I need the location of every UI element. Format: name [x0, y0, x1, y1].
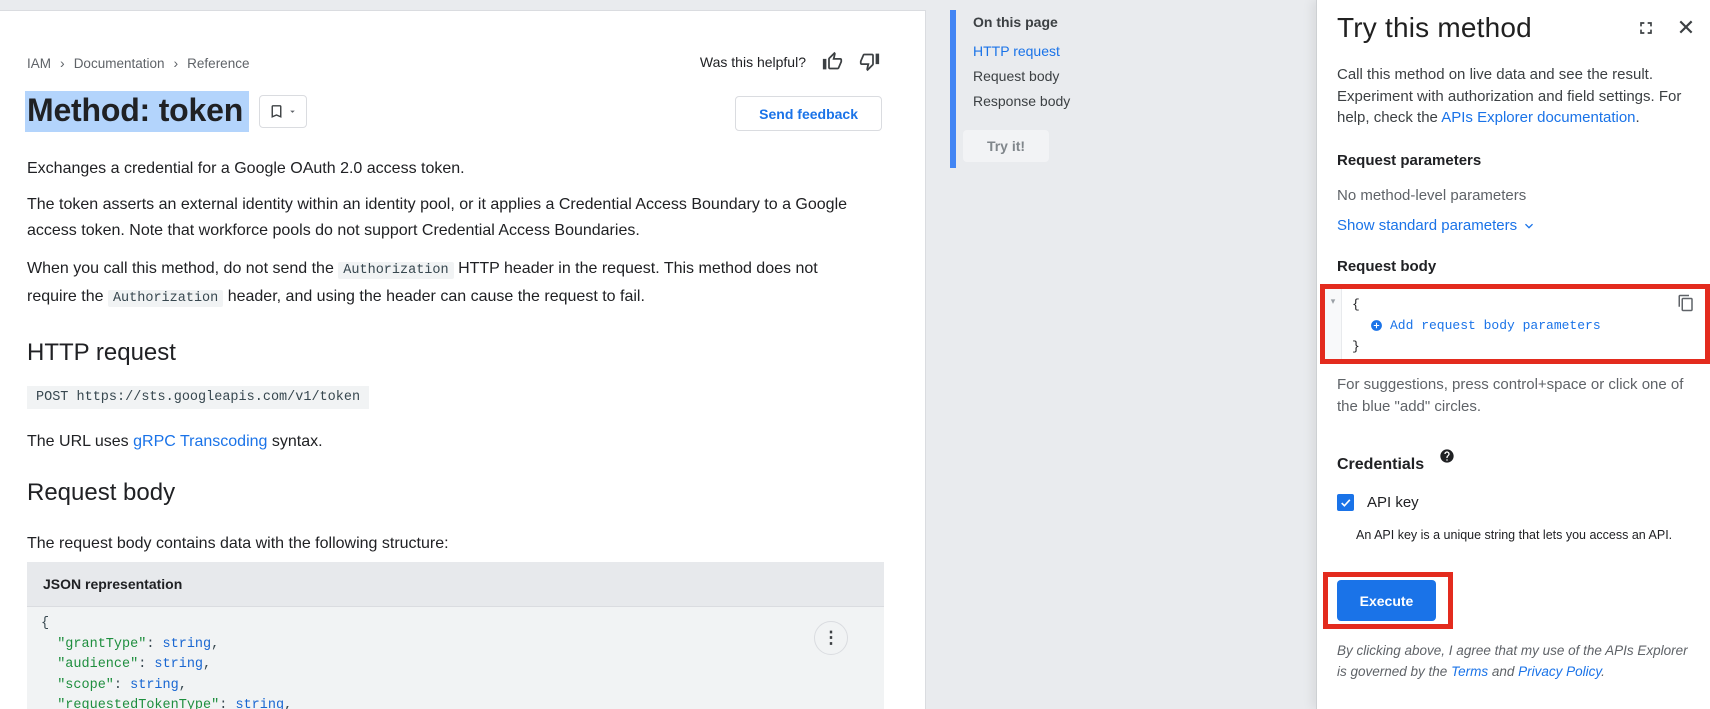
authorization-inline-code: Authorization [108, 290, 223, 307]
code-line: "audience": string, [41, 655, 870, 676]
legal-text: By clicking above, I agree that my use o… [1337, 640, 1701, 682]
thumb-up-icon[interactable] [822, 51, 843, 72]
api-key-description: An API key is a unique string that lets … [1356, 528, 1672, 542]
json-representation-header: JSON representation [27, 562, 884, 607]
toc-item-request-body[interactable]: Request body [973, 68, 1070, 84]
credentials-header: Credentials [1337, 448, 1455, 474]
chevron-right-icon: › [60, 55, 65, 71]
editor-lines: { Add request body parameters } [1342, 289, 1601, 359]
thumb-down-icon[interactable] [859, 51, 880, 72]
bookmark-button[interactable] [259, 95, 307, 128]
code-line: { [41, 614, 870, 635]
code-line: "requestedTokenType": string, [41, 696, 870, 709]
execute-annotation-box: Execute [1323, 572, 1453, 629]
toc-item-http-request[interactable]: HTTP request [973, 43, 1070, 59]
panel-request-body-heading: Request body [1337, 258, 1436, 275]
fullscreen-icon[interactable] [1634, 16, 1658, 40]
breadcrumb: IAM › Documentation › Reference [27, 55, 249, 71]
api-key-label: API key [1367, 494, 1419, 511]
code-overflow-menu-button[interactable]: ⋮ [814, 621, 848, 655]
editor-line-close: } [1352, 336, 1601, 357]
collapse-triangle-icon[interactable]: ▾ [1331, 296, 1336, 306]
show-standard-parameters-link[interactable]: Show standard parameters [1337, 217, 1537, 234]
caret-down-icon [287, 106, 298, 117]
on-this-page-nav: On this page HTTP request Request body R… [950, 10, 1070, 168]
privacy-policy-link[interactable]: Privacy Policy [1518, 664, 1601, 679]
add-circle-icon [1370, 319, 1383, 332]
page-title: Method: token [25, 91, 249, 132]
main-content-card: IAM › Documentation › Reference Was this… [0, 10, 926, 709]
json-code-lines: { "grantType": string, "audience": strin… [27, 607, 884, 709]
toc-title: On this page [973, 14, 1070, 30]
http-request-heading: HTTP request [27, 339, 176, 367]
api-key-row: API key [1337, 494, 1419, 511]
no-parameters-text: No method-level parameters [1337, 187, 1526, 204]
request-parameters-heading: Request parameters [1337, 152, 1481, 169]
request-body-heading: Request body [27, 479, 175, 507]
editor-gutter: ▾ [1325, 289, 1342, 359]
breadcrumb-item-iam[interactable]: IAM [27, 56, 51, 71]
helpful-widget: Was this helpful? [700, 51, 880, 72]
code-line: "scope": string, [41, 676, 870, 697]
editor-line-open: { [1352, 294, 1601, 315]
grpc-note: The URL uses gRPC Transcoding syntax. [27, 429, 857, 455]
try-this-method-panel: Try this method ✕ Call this method on li… [1317, 0, 1710, 709]
json-representation-block: JSON representation { "grantType": strin… [27, 562, 884, 709]
copy-icon[interactable] [1677, 294, 1695, 317]
helpful-question: Was this helpful? [700, 54, 806, 70]
breadcrumb-item-documentation[interactable]: Documentation [74, 56, 165, 71]
authorization-warning-paragraph: When you call this method, do not send t… [27, 256, 857, 312]
close-icon[interactable]: ✕ [1674, 16, 1698, 40]
add-request-body-parameters-link[interactable]: Add request body parameters [1352, 315, 1601, 336]
grpc-transcoding-link[interactable]: gRPC Transcoding [133, 433, 267, 450]
chevron-right-icon: › [174, 55, 179, 71]
apis-explorer-doc-link[interactable]: APIs Explorer documentation [1441, 109, 1635, 126]
try-it-button[interactable]: Try it! [963, 130, 1049, 162]
authorization-inline-code: Authorization [338, 262, 453, 279]
send-feedback-button[interactable]: Send feedback [735, 96, 882, 131]
http-request-code: POST https://sts.googleapis.com/v1/token [27, 386, 369, 409]
terms-link[interactable]: Terms [1451, 664, 1488, 679]
suggestions-hint: For suggestions, press control+space or … [1337, 374, 1695, 418]
intro-paragraph: Exchanges a credential for a Google OAut… [27, 156, 857, 182]
request-body-intro: The request body contains data with the … [27, 531, 857, 557]
request-body-annotation-box: ▾ { Add request body parameters } [1320, 284, 1710, 364]
bookmark-icon [268, 103, 285, 120]
help-icon[interactable] [1439, 448, 1455, 469]
credentials-heading: Credentials [1337, 448, 1424, 474]
token-description-paragraph: The token asserts an external identity w… [27, 192, 857, 244]
api-key-checkbox[interactable] [1337, 494, 1354, 511]
panel-intro: Call this method on live data and see th… [1337, 64, 1693, 129]
panel-title: Try this method [1337, 12, 1532, 44]
execute-button[interactable]: Execute [1337, 580, 1436, 621]
toc-item-response-body[interactable]: Response body [973, 93, 1070, 109]
code-line: "grantType": string, [41, 635, 870, 656]
title-row: Method: token [25, 91, 307, 132]
breadcrumb-item-reference[interactable]: Reference [187, 56, 249, 71]
request-body-editor[interactable]: ▾ { Add request body parameters } [1325, 289, 1705, 359]
expand-more-icon [1521, 218, 1537, 234]
